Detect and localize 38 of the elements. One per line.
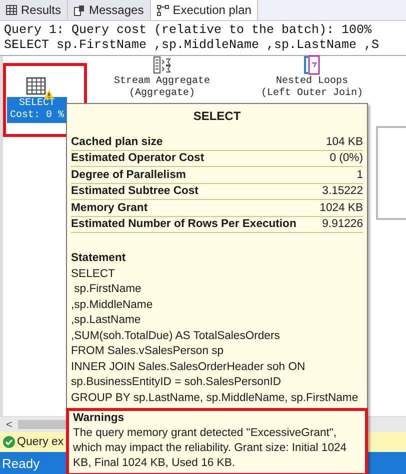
property-name: Estimated Operator Cost <box>71 152 204 164</box>
check-icon <box>3 436 15 448</box>
property-value: 9.91226 <box>322 218 363 230</box>
statement-line: SELECT <box>71 266 116 282</box>
property-name: Estimated Number of Rows Per Execution <box>71 218 296 230</box>
property-value: 1 <box>356 168 363 181</box>
grid-icon <box>6 5 17 15</box>
warning-icon <box>44 90 54 99</box>
tab[interactable]: Results <box>0 0 68 20</box>
statement-line: ,SUM(soh.TotalDue) AS TotalSalesOrders <box>71 328 281 344</box>
document-icon <box>74 4 86 16</box>
status-text: Ready <box>2 456 40 470</box>
property-value: 0 (0%) <box>330 152 363 164</box>
warning-text: The query memory grant detected "ExcessiveGrant", which may impact the reliability. Grant size: Initial 1024 KB, Final 1024 KB, Used 16 KB. <box>73 426 348 471</box>
operator-label[interactable]: Stream Aggregate (Aggregate) <box>111 75 214 101</box>
warnings-heading: Warnings <box>73 411 126 426</box>
scroll-left-button[interactable]: < <box>0 418 18 430</box>
property-name: Memory Grant <box>71 202 148 214</box>
statement-line: ,sp.LastName <box>71 313 142 328</box>
tab[interactable]: Execution plan <box>150 0 258 20</box>
status-message: Query ex <box>17 436 64 448</box>
operator-label[interactable]: Nested Loops (Left Outer Join) <box>258 75 366 101</box>
statement-line: GROUP BY sp.LastName, sp.MiddleName, sp.FirstName <box>71 390 360 406</box>
property-value: 3.15222 <box>322 185 363 198</box>
statement-heading: Statement <box>71 251 127 266</box>
property-name: Estimated Subtree Cost <box>71 185 198 198</box>
property-name: Degree of Parallelism <box>71 168 186 181</box>
property-value: 104 KB <box>326 136 363 148</box>
property-value: 1024 KB <box>320 202 363 214</box>
statement-line: INNER JOIN Sales.SalesOrderHeader soh ON <box>71 360 306 374</box>
tab[interactable]: Messages <box>68 0 151 20</box>
statement-line: sp.BusinessEntityID = soh.SalesPersonID <box>71 375 282 390</box>
tooltip-title: SELECT <box>192 108 242 125</box>
property-name: Cached plan size <box>71 136 163 148</box>
flowchart-icon <box>156 4 169 16</box>
statement-line: sp.FirstName <box>73 282 142 297</box>
statement-line: FROM Sales.vSalesPerson sp <box>71 344 225 359</box>
statement-line: ,sp.MiddleName <box>71 298 154 312</box>
